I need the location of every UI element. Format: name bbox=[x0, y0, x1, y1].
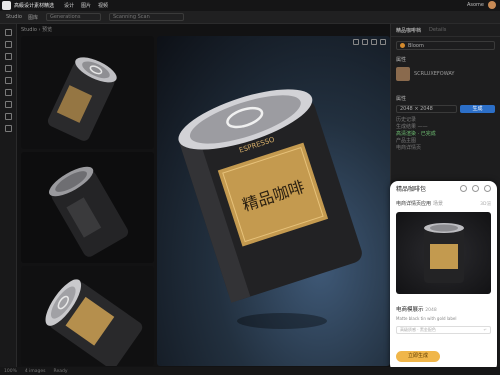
menu-tab-images[interactable]: 图片 bbox=[81, 2, 91, 9]
status-text: Ready bbox=[53, 368, 68, 374]
reference-row[interactable]: SCRLUXEFOWAY bbox=[396, 67, 495, 81]
toolbar-item-library[interactable]: 图库 bbox=[28, 14, 38, 21]
left-toolbar bbox=[0, 24, 17, 367]
card-title: 精品咖啡包 bbox=[396, 186, 427, 193]
app-title: 高級设计素材精选 bbox=[14, 3, 55, 9]
crop-tool-icon[interactable] bbox=[4, 101, 12, 108]
toolbar-item-studio[interactable]: Studio bbox=[6, 14, 22, 20]
more-icon[interactable] bbox=[380, 39, 386, 45]
breadcrumb-item[interactable]: 预览 bbox=[42, 27, 52, 33]
size-row: 2048 × 2048 生成 bbox=[396, 105, 495, 113]
card-subtitle-row: 电商详情页应用 场景 3D渲 bbox=[390, 200, 497, 207]
panel-tabs: 精品咖啡档 Details bbox=[391, 24, 500, 37]
card-settings-icon[interactable] bbox=[472, 185, 479, 192]
toolbar: Studio 图库 Generations Scanning Scan bbox=[0, 11, 500, 24]
coffee-tin-image bbox=[47, 57, 117, 141]
brush-tool-icon[interactable] bbox=[4, 89, 12, 96]
card-product-image[interactable] bbox=[396, 212, 491, 294]
card-close-icon[interactable] bbox=[484, 185, 491, 192]
title-bar: 高級设计素材精选 设计 图片 视频 Asome bbox=[0, 0, 500, 11]
download-icon[interactable] bbox=[362, 39, 368, 45]
preview-card: 精品咖啡包 电商详情页应用 场景 3D渲 电商模展示 2048 Matte bl… bbox=[390, 181, 497, 372]
coffee-tin-image bbox=[424, 223, 464, 283]
section-title: 属性 bbox=[396, 96, 407, 102]
breadcrumb-item[interactable]: Studio bbox=[21, 27, 37, 33]
image-toolbar bbox=[353, 39, 386, 45]
canvas-area: Studio › 预览 ESPRESSO 精品咖啡 bbox=[17, 24, 390, 367]
style-badge[interactable]: Bloom bbox=[396, 41, 495, 50]
product-image-1[interactable] bbox=[21, 36, 154, 149]
product-title-row: 电商模展示 2048 bbox=[390, 305, 497, 313]
favorite-icon[interactable] bbox=[371, 39, 377, 45]
layers-icon[interactable] bbox=[4, 53, 12, 60]
section-title: 属性 bbox=[396, 57, 407, 63]
product-title-small: 2048 bbox=[425, 308, 437, 313]
app-logo bbox=[2, 1, 11, 10]
status-bar: 100% 4 images Ready bbox=[0, 367, 500, 375]
size-select[interactable]: 2048 × 2048 bbox=[396, 105, 457, 113]
hero-product-image[interactable]: ESPRESSO 精品咖啡 bbox=[157, 36, 390, 366]
search-input[interactable]: Generations bbox=[45, 13, 101, 21]
coffee-tin-hero-image: ESPRESSO 精品咖啡 bbox=[178, 89, 362, 329]
card-minimize-icon[interactable] bbox=[460, 185, 467, 192]
style-label: Bloom bbox=[408, 42, 424, 49]
style-dot-icon bbox=[400, 43, 405, 48]
coffee-tin-image bbox=[45, 279, 143, 366]
product-image-3[interactable] bbox=[21, 266, 154, 366]
menu-tab-video[interactable]: 视频 bbox=[98, 2, 108, 9]
move-tool-icon[interactable] bbox=[4, 41, 12, 48]
reference-thumbnail bbox=[396, 67, 410, 81]
enter-icon[interactable]: ↵ bbox=[484, 327, 487, 333]
history-list: 历史记录 生成结果 —— 高清渲染 · 已完成 产品主图 电商详情页 bbox=[396, 117, 495, 152]
card-prompt-input[interactable]: 高级质感 · 黑金配色 ↵ bbox=[396, 326, 491, 334]
card-header: 精品咖啡包 bbox=[390, 181, 497, 196]
list-item[interactable]: 电商详情页 bbox=[396, 145, 495, 152]
list-item[interactable]: 高清渲染 · 已完成 bbox=[396, 131, 495, 138]
card-prompt-placeholder: 高级质感 · 黑金配色 bbox=[400, 327, 436, 332]
prompt-field[interactable]: Scanning Scan bbox=[108, 13, 184, 21]
tab-details[interactable]: Details bbox=[429, 27, 446, 33]
product-title: 电商模展示 bbox=[396, 307, 424, 313]
tab-product[interactable]: 精品咖啡档 bbox=[396, 27, 421, 34]
image-count: 4 images bbox=[24, 368, 46, 374]
avatar[interactable] bbox=[488, 1, 496, 9]
list-item[interactable]: 生成结果 —— bbox=[396, 124, 495, 131]
breadcrumb: Studio › 预览 bbox=[21, 27, 53, 33]
card-subtitle: 电商详情页应用 bbox=[396, 201, 432, 207]
settings-icon[interactable] bbox=[4, 125, 12, 132]
shape-tool-icon[interactable] bbox=[4, 113, 12, 120]
product-image-2[interactable] bbox=[21, 152, 154, 263]
product-description: Matte black tin with gold label bbox=[396, 316, 457, 321]
coffee-tin-image bbox=[49, 166, 129, 257]
history-header: 历史记录 bbox=[396, 117, 417, 123]
reference-label: SCRLUXEFOWAY bbox=[414, 71, 455, 77]
generate-button[interactable]: 生成 bbox=[460, 105, 495, 113]
card-action-button[interactable]: 立即生成 bbox=[396, 351, 440, 362]
card-subtitle-small: 场景 bbox=[433, 201, 444, 207]
account-label[interactable]: Asome bbox=[467, 2, 484, 8]
text-tool-icon[interactable] bbox=[4, 77, 12, 84]
menu-tab-design[interactable]: 设计 bbox=[64, 2, 74, 9]
zoom-icon[interactable] bbox=[353, 39, 359, 45]
list-item[interactable]: 产品主图 bbox=[396, 138, 495, 145]
zoom-level[interactable]: 100% bbox=[4, 369, 17, 374]
image-icon[interactable] bbox=[4, 65, 12, 72]
card-subtitle-right: 3D渲 bbox=[480, 201, 491, 207]
select-tool-icon[interactable] bbox=[4, 29, 12, 36]
